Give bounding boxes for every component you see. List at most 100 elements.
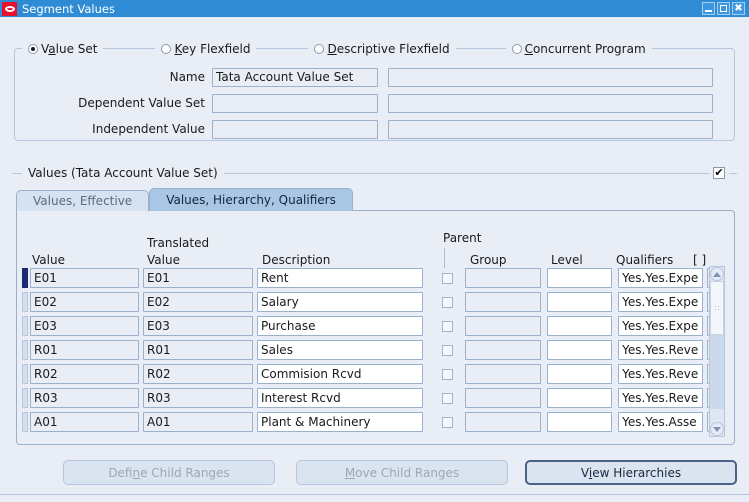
level-cell[interactable] [547,364,612,384]
level-cell[interactable] [547,268,612,288]
table-row[interactable] [22,386,722,410]
parent-checkbox[interactable] [442,345,453,356]
close-icon[interactable]: ✖ [732,2,745,15]
group-cell[interactable] [465,388,541,408]
translated-value-cell[interactable] [143,412,253,432]
window-bottom-rule [0,494,749,495]
tab-values-hierarchy-qualifiers[interactable]: Values, Hierarchy, Qualifiers [149,188,353,211]
value-cell[interactable] [30,364,139,384]
table-row[interactable] [22,266,722,290]
level-cell[interactable] [547,316,612,336]
dependent-value-set-input[interactable] [212,94,378,113]
radio-descriptive-flexfield[interactable]: Descriptive Flexfield [308,42,455,56]
minimize-icon[interactable] [702,2,715,15]
row-selector[interactable] [22,388,28,408]
header-form: Name Dependent Value Set Independent Val… [0,66,749,144]
qualifiers-cell[interactable] [618,268,703,288]
table-row[interactable] [22,410,722,434]
row-selector[interactable] [22,292,28,312]
row-selector[interactable] [22,340,28,360]
parent-checkbox[interactable] [442,297,453,308]
parent-checkbox[interactable] [442,369,453,380]
description-cell[interactable] [257,388,423,408]
group-cell[interactable] [465,364,541,384]
col-header-translated-line1: Translated [147,236,209,250]
row-selector[interactable] [22,268,28,288]
description-cell[interactable] [257,340,423,360]
col-header-group: Group [470,253,507,267]
parent-checkbox[interactable] [442,273,453,284]
radio-key-flexfield-mnemonic: K [174,42,181,56]
tab-values-effective[interactable]: Values, Effective [16,190,149,211]
value-cell[interactable] [30,268,139,288]
radio-dot-icon [28,44,38,54]
level-cell[interactable] [547,388,612,408]
radio-concurrent-program-mnemonic: C [525,42,533,56]
translated-value-cell[interactable] [143,292,253,312]
qualifiers-cell[interactable] [618,316,703,336]
table-row[interactable] [22,290,722,314]
independent-value-input[interactable] [212,120,378,139]
translated-value-cell[interactable] [143,340,253,360]
qualifiers-cell[interactable] [618,364,703,384]
grid-vertical-scrollbar[interactable]: ∷ [709,266,725,437]
level-cell[interactable] [547,340,612,360]
radio-concurrent-program[interactable]: Concurrent Program [506,42,652,56]
qualifiers-cell[interactable] [618,292,703,312]
table-row[interactable] [22,338,722,362]
maximize-icon[interactable] [717,2,730,15]
description-cell[interactable] [257,364,423,384]
table-row[interactable] [22,362,722,386]
description-cell[interactable] [257,316,423,336]
value-cell[interactable] [30,388,139,408]
parent-checkbox[interactable] [442,393,453,404]
description-cell[interactable] [257,292,423,312]
scrollbar-thumb[interactable]: ∷ [710,281,724,335]
values-group-checkbox[interactable]: ✔ [713,167,725,179]
value-cell[interactable] [30,292,139,312]
group-cell[interactable] [465,340,541,360]
description-cell[interactable] [257,268,423,288]
row-selector[interactable] [22,316,28,336]
radio-dot-icon [314,44,324,54]
description-cell[interactable] [257,412,423,432]
radio-value-set[interactable]: Value Set [22,42,103,56]
name-label: Name [0,70,212,84]
qualifiers-cell[interactable] [618,412,703,432]
name-input[interactable] [212,68,378,87]
value-cell[interactable] [30,412,139,432]
group-cell[interactable] [465,316,541,336]
scroll-down-arrow-icon[interactable] [710,422,724,436]
parent-checkbox[interactable] [442,321,453,332]
name-secondary-input[interactable] [388,68,713,87]
define-child-ranges-button[interactable]: Define Child Ranges [63,460,275,485]
translated-value-cell[interactable] [143,364,253,384]
row-selector[interactable] [22,364,28,384]
scrollbar-track[interactable] [710,335,724,409]
value-cell[interactable] [30,316,139,336]
group-cell[interactable] [465,268,541,288]
table-row[interactable] [22,314,722,338]
parent-checkbox[interactable] [442,417,453,428]
dependent-value-set-secondary-input[interactable] [388,94,713,113]
independent-value-secondary-input[interactable] [388,120,713,139]
qualifiers-cell[interactable] [618,340,703,360]
translated-value-cell[interactable] [143,268,253,288]
parent-group-rule [444,248,445,268]
scroll-up-arrow-icon[interactable] [710,267,724,281]
level-cell[interactable] [547,412,612,432]
value-cell[interactable] [30,340,139,360]
radio-key-flexfield[interactable]: Key Flexfield [155,42,256,56]
qualifiers-cell[interactable] [618,388,703,408]
translated-value-cell[interactable] [143,388,253,408]
define-child-ranges-label: Define Child Ranges [108,466,229,480]
group-rule-right [729,173,737,174]
group-cell[interactable] [465,412,541,432]
row-selector[interactable] [22,412,28,432]
level-cell[interactable] [547,292,612,312]
segment-values-grid [22,266,722,434]
translated-value-cell[interactable] [143,316,253,336]
move-child-ranges-button[interactable]: Move Child Ranges [296,460,508,485]
view-hierarchies-button[interactable]: View Hierarchies [525,460,737,485]
group-cell[interactable] [465,292,541,312]
